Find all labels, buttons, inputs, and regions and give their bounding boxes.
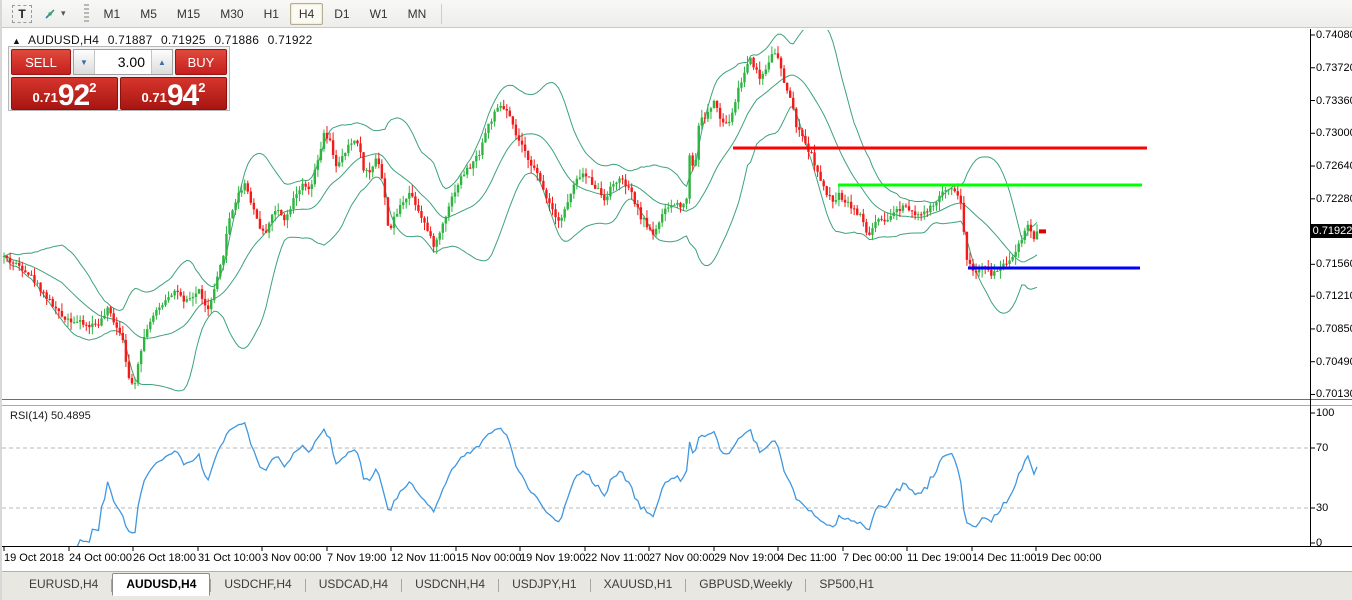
rsi-axis-label: 100 xyxy=(1316,407,1334,419)
time-axis-label: 29 Nov 19:00 xyxy=(714,552,779,564)
price-axis-label: 0.70130 xyxy=(1316,388,1352,400)
rsi-axis-label: 30 xyxy=(1316,502,1328,514)
time-axis-label: 7 Dec 00:00 xyxy=(843,552,902,564)
price-axis-border xyxy=(1310,29,1311,546)
chart-tab-usdcnh[interactable]: USDCNH,H4 xyxy=(402,574,498,595)
sell-price-button[interactable]: 0.71 92 2 xyxy=(11,77,118,110)
time-axis-label: 12 Nov 11:00 xyxy=(391,552,456,564)
chart-tab-usdcad[interactable]: USDCAD,H4 xyxy=(306,574,401,595)
time-axis-label: 11 Dec 19:00 xyxy=(907,552,972,564)
chart-tab-xauusd[interactable]: XAUUSD,H1 xyxy=(591,574,686,595)
chart-tab-usdjpy[interactable]: USDJPY,H1 xyxy=(499,574,589,595)
chart-tab-gbpusd[interactable]: GBPUSD,Weekly xyxy=(686,574,805,595)
price-axis-label: 0.72280 xyxy=(1316,193,1352,205)
price-axis-label: 0.71210 xyxy=(1316,290,1352,302)
time-axis-label: 7 Nov 19:00 xyxy=(327,552,386,564)
timeframe-buttons: M1M5M15M30H1H4D1W1MN xyxy=(95,3,436,25)
style-tool-button[interactable]: ▾ xyxy=(37,3,74,25)
time-axis-label: 26 Oct 18:00 xyxy=(133,552,196,564)
sell-price-big: 92 xyxy=(58,83,89,109)
sell-price-sup: 2 xyxy=(89,81,96,94)
rsi-axis-label: 70 xyxy=(1316,442,1328,454)
volume-stepper: ▼ 3.00 ▲ xyxy=(73,49,173,75)
time-axis-label: 19 Dec 00:00 xyxy=(1036,552,1101,564)
toolbar-grip[interactable] xyxy=(84,4,89,24)
chart-tab-audusd[interactable]: AUDUSD,H4 xyxy=(112,573,210,596)
ohlc-low: 0.71886 xyxy=(214,33,259,47)
one-click-trade-panel: SELL ▼ 3.00 ▲ BUY 0.71 92 2 0.71 94 2 xyxy=(8,46,230,111)
timeframe-toolbar: T ▾ M1M5M15M30H1H4D1W1MN xyxy=(2,0,1352,28)
time-axis-label: 27 Nov 00:00 xyxy=(649,552,714,564)
chevron-down-icon: ▾ xyxy=(58,8,69,19)
chart-symbol: AUDUSD,H4 xyxy=(28,33,99,47)
buy-price-button[interactable]: 0.71 94 2 xyxy=(120,77,227,110)
chart-tab-usdchf[interactable]: USDCHF,H4 xyxy=(211,574,304,595)
buy-price-sup: 2 xyxy=(198,81,205,94)
price-axis-label: 0.70490 xyxy=(1316,356,1352,368)
time-axis-border xyxy=(2,546,1352,547)
price-axis-label: 0.72640 xyxy=(1316,160,1352,172)
price-axis-label: 0.73000 xyxy=(1316,127,1352,139)
volume-decrease-button[interactable]: ▼ xyxy=(74,50,95,74)
timeframe-button-m5[interactable]: M5 xyxy=(131,3,166,25)
timeframe-button-d1[interactable]: D1 xyxy=(325,3,358,25)
volume-input[interactable]: 3.00 xyxy=(95,50,151,74)
price-axis-label: 0.73360 xyxy=(1316,95,1352,107)
price-axis-label: 0.71560 xyxy=(1316,258,1352,270)
time-axis-label: 14 Dec 11:00 xyxy=(972,552,1037,564)
chart-ohlc-header: ▲ AUDUSD,H4 0.71887 0.71925 0.71886 0.71… xyxy=(12,33,317,47)
sell-button[interactable]: SELL xyxy=(11,49,71,75)
time-axis-label: 19 Oct 2018 xyxy=(4,552,64,564)
pane-splitter[interactable] xyxy=(2,399,1352,400)
price-axis-label: 0.73720 xyxy=(1316,62,1352,74)
rsi-axis-label: 0 xyxy=(1316,537,1322,549)
time-axis-label: 15 Nov 00:00 xyxy=(456,552,521,564)
current-price-badge: 0.71922 xyxy=(1311,224,1352,238)
rsi-indicator-label: RSI(14) 50.4895 xyxy=(10,410,91,422)
pane-splitter-2 xyxy=(2,405,1352,406)
chart-tab-eurusd[interactable]: EURUSD,H4 xyxy=(16,574,111,595)
timeframe-button-h1[interactable]: H1 xyxy=(255,3,288,25)
chart-tab-bar: EURUSD,H4AUDUSD,H4USDCHF,H4USDCAD,H4USDC… xyxy=(2,571,1352,600)
time-axis-label: 19 Nov 19:00 xyxy=(520,552,585,564)
buy-price-prefix: 0.71 xyxy=(142,91,167,104)
price-axis-label: 0.70850 xyxy=(1316,323,1352,335)
text-tool-button[interactable]: T xyxy=(7,3,37,25)
timeframe-button-w1[interactable]: W1 xyxy=(361,3,397,25)
time-axis-label: 3 Nov 00:00 xyxy=(262,552,321,564)
time-axis-label: 31 Oct 10:00 xyxy=(198,552,261,564)
timeframe-button-mn[interactable]: MN xyxy=(399,3,436,25)
timeframe-button-m30[interactable]: M30 xyxy=(211,3,252,25)
timeframe-button-m1[interactable]: M1 xyxy=(95,3,130,25)
timeframe-button-m15[interactable]: M15 xyxy=(168,3,209,25)
text-tool-icon: T xyxy=(12,5,32,23)
symbol-marker-icon: ▲ xyxy=(12,36,21,46)
time-axis-label: 4 Dec 11:00 xyxy=(778,552,837,564)
arrows-icon xyxy=(42,6,58,22)
ohlc-open: 0.71887 xyxy=(108,33,153,47)
time-axis-label: 24 Oct 00:00 xyxy=(69,552,132,564)
ohlc-close: 0.71922 xyxy=(268,33,313,47)
ohlc-high: 0.71925 xyxy=(161,33,206,47)
buy-price-big: 94 xyxy=(167,83,198,109)
price-axis-label: 0.74080 xyxy=(1316,29,1352,41)
sell-price-prefix: 0.71 xyxy=(33,91,58,104)
volume-increase-button[interactable]: ▲ xyxy=(151,50,172,74)
buy-button[interactable]: BUY xyxy=(175,49,227,75)
mt4-window: T ▾ M1M5M15M30H1H4D1W1MN ▲ AUDUSD,H4 0.7… xyxy=(0,0,1352,600)
chart-tab-sp500[interactable]: SP500,H1 xyxy=(806,574,887,595)
time-axis-label: 22 Nov 11:00 xyxy=(585,552,650,564)
toolbar-separator xyxy=(441,4,442,24)
timeframe-button-h4[interactable]: H4 xyxy=(290,3,323,25)
